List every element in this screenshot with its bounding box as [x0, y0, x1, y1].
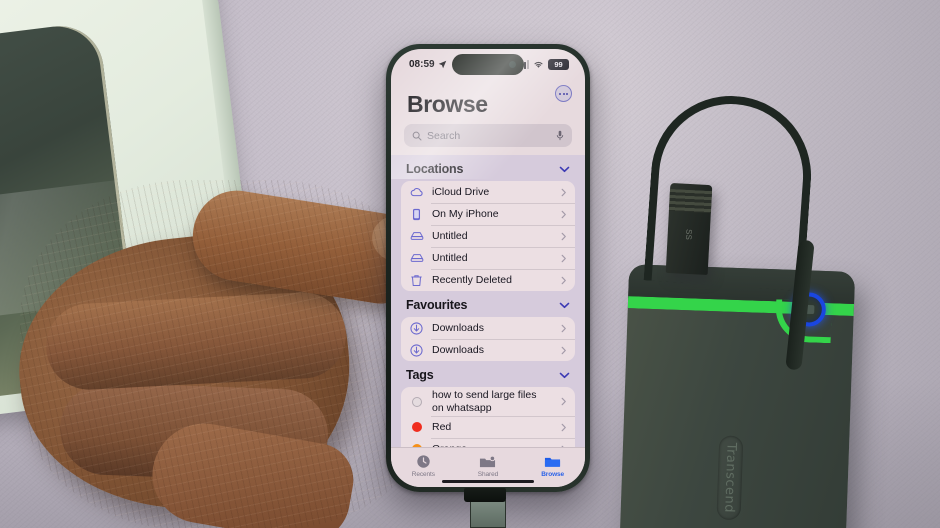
list-item-downloads-2[interactable]: Downloads: [401, 339, 575, 361]
list-item-label: iCloud Drive: [432, 185, 490, 198]
list-item-label: how to send large files on whatsapp: [432, 389, 537, 414]
iphone-screen: 08:59 99 Browse Search Locations iCloud …: [391, 49, 585, 487]
status-bar-left: 08:59: [409, 59, 447, 70]
tag-dot-red-icon: [409, 422, 424, 432]
list-item-tag-whatsapp[interactable]: how to send large files on whatsapp: [401, 387, 575, 416]
chevron-down-icon[interactable]: [559, 166, 570, 173]
list-item-icloud-drive[interactable]: iCloud Drive: [401, 181, 575, 203]
status-bar: 08:59 99: [391, 49, 585, 79]
list-item-untitled-drive-2[interactable]: Untitled: [401, 247, 575, 269]
browse-sheet: Browse Search Locations iCloud Drive On …: [391, 79, 585, 487]
browse-list: Locations iCloud Drive On My iPhone Unti…: [391, 155, 585, 447]
list-item-label: Untitled: [432, 229, 468, 242]
list-item-label: Downloads: [432, 321, 484, 334]
page-title: Browse: [407, 91, 488, 117]
search-container: Search: [391, 124, 585, 155]
section-header-favourites[interactable]: Favourites: [401, 291, 575, 317]
group-tags: how to send large files on whatsapp Red: [401, 387, 575, 447]
external-hard-drive: Transcend: [618, 264, 856, 528]
download-circle-icon: [409, 321, 424, 335]
chevron-right-icon: [557, 254, 567, 263]
list-item-downloads-1[interactable]: Downloads: [401, 317, 575, 339]
drive-brand-logo: Transcend: [716, 435, 744, 521]
tab-shared[interactable]: Shared: [459, 455, 517, 478]
more-options-button[interactable]: [555, 85, 572, 102]
shared-folder-icon: [479, 455, 496, 469]
section-header-tags[interactable]: Tags: [401, 361, 575, 387]
chevron-right-icon: [557, 346, 567, 355]
chevron-right-icon: [557, 210, 567, 219]
trash-icon: [409, 274, 424, 287]
search-icon: [412, 131, 422, 141]
list-item-label: Orange: [432, 443, 549, 447]
status-bar-right: 99: [518, 58, 569, 70]
external-drive-icon: [409, 253, 424, 263]
tab-browse[interactable]: Browse: [524, 455, 582, 478]
list-item-label: On My iPhone: [432, 207, 499, 220]
list-item-label: Untitled: [432, 251, 468, 264]
hand: [6, 180, 440, 528]
section-title: Favourites: [406, 298, 468, 312]
microphone-icon[interactable]: [556, 130, 564, 141]
tab-label: Recents: [411, 471, 435, 478]
list-item-tag-red[interactable]: Red: [401, 416, 575, 438]
search-placeholder: Search: [427, 129, 461, 142]
usb-plug-marking: SS: [683, 228, 694, 241]
chevron-right-icon: [557, 188, 567, 197]
folder-icon: [544, 455, 561, 469]
finger-middle: [43, 290, 349, 392]
chevron-down-icon[interactable]: [559, 372, 570, 379]
lightning-connector: [464, 488, 506, 502]
iphone-device: 08:59 99 Browse Search Locations iCloud …: [386, 44, 590, 492]
drive-brand-text: Transcend: [721, 442, 739, 514]
list-item-untitled-drive-1[interactable]: Untitled: [401, 225, 575, 247]
list-item-label: Downloads: [432, 343, 484, 356]
wifi-icon: [533, 60, 544, 69]
section-title: Locations: [406, 162, 464, 176]
tab-label: Browse: [541, 470, 565, 478]
list-item-tag-orange[interactable]: Orange: [401, 438, 575, 447]
dynamic-island: [452, 54, 524, 75]
search-input[interactable]: Search: [404, 124, 572, 147]
scene: iPhone 08:59: [0, 0, 940, 528]
usb-plug: SS: [665, 182, 713, 276]
chevron-right-icon: [557, 397, 567, 406]
download-circle-icon: [409, 343, 424, 357]
icloud-icon: [409, 187, 424, 197]
list-item-label: Recently Deleted: [432, 273, 512, 286]
usb-plug-grip: [668, 188, 713, 214]
list-item-on-my-iphone[interactable]: On My iPhone: [401, 203, 575, 225]
usb-adapter-body: [470, 500, 506, 528]
chevron-right-icon: [557, 232, 567, 241]
clock-icon: [416, 454, 431, 469]
tag-dot-none-icon: [409, 396, 424, 407]
group-locations: iCloud Drive On My iPhone Untitled Untit…: [401, 181, 575, 291]
chevron-down-icon[interactable]: [559, 302, 570, 309]
chevron-right-icon: [557, 423, 567, 432]
tag-dot-orange-icon: [409, 444, 424, 447]
chevron-right-icon: [557, 445, 567, 447]
chevron-right-icon: [557, 276, 567, 285]
section-title: Tags: [406, 368, 434, 382]
list-item-label: Red: [432, 420, 452, 433]
list-item-recently-deleted[interactable]: Recently Deleted: [401, 269, 575, 291]
battery-indicator: 99: [548, 58, 569, 70]
tab-recents[interactable]: Recents: [394, 454, 452, 478]
location-arrow-icon: [438, 60, 447, 69]
group-favourites: Downloads Downloads: [401, 317, 575, 361]
tab-label: Shared: [477, 470, 499, 478]
chevron-right-icon: [557, 324, 567, 333]
iphone-icon: [409, 208, 424, 221]
section-header-locations[interactable]: Locations: [401, 155, 575, 181]
external-drive-icon: [409, 231, 424, 241]
status-time: 08:59: [409, 58, 435, 70]
home-indicator[interactable]: [442, 479, 534, 483]
